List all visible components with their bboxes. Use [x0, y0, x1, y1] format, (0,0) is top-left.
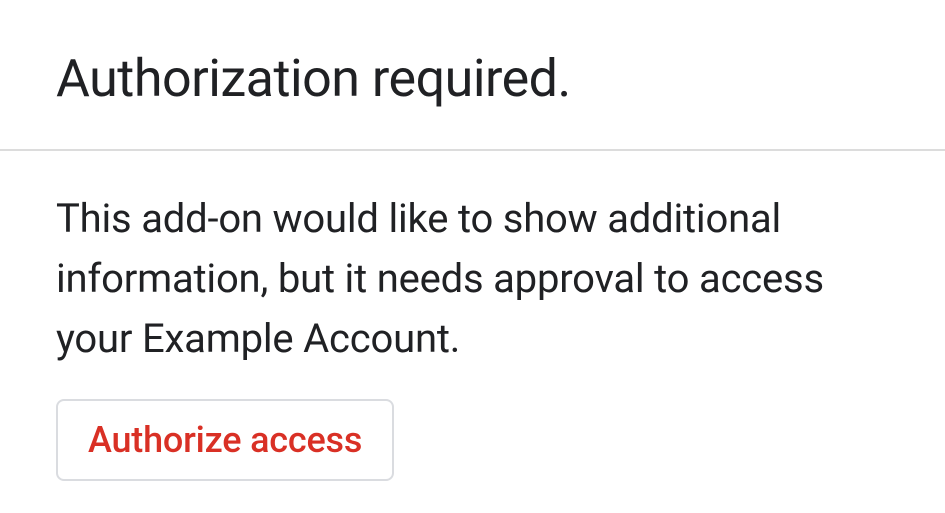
authorization-panel: Authorization required. This add-on woul…: [0, 0, 945, 481]
page-title: Authorization required.: [56, 48, 889, 109]
header-section: Authorization required.: [0, 0, 945, 149]
body-section: This add-on would like to show additiona…: [0, 151, 945, 481]
authorize-access-button[interactable]: Authorize access: [56, 399, 394, 481]
authorization-description: This add-on would like to show additiona…: [56, 189, 889, 369]
